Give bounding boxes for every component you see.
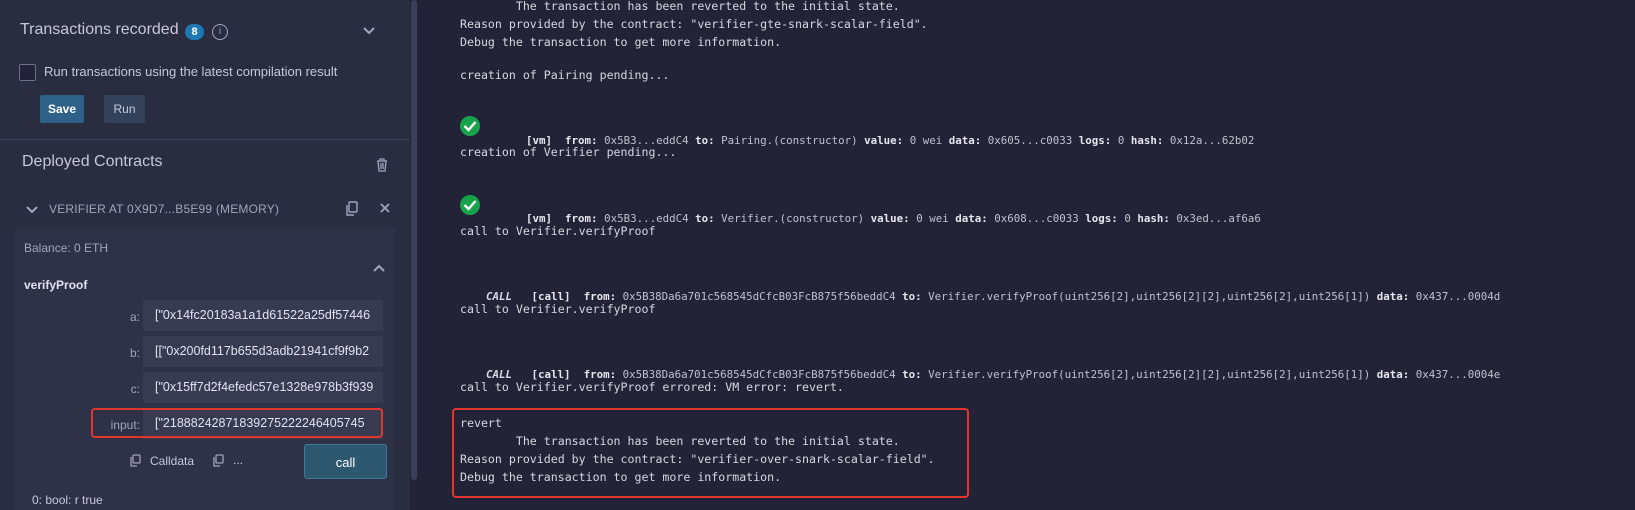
tx-data: 0x605...c0033 xyxy=(987,134,1073,147)
call-field-label: to: xyxy=(902,290,922,303)
chevron-up-icon[interactable] xyxy=(373,261,385,275)
tx-field-label: data: xyxy=(955,212,988,225)
contract-balance: Balance: 0 ETH xyxy=(24,241,109,255)
left-panel: Transactions recorded 8 i Run transactio… xyxy=(0,0,410,510)
tx-field-label: logs: xyxy=(1078,134,1112,147)
tx-field-label: data: xyxy=(948,134,982,147)
tx-to: Verifier.(constructor) xyxy=(721,212,865,225)
call-from: 0x5B38Da6a701c568545dCfcB03FcB875f56bedd… xyxy=(622,290,896,303)
param-input-a[interactable]: ["0x14fc20183a1a1d61522a25df57446 xyxy=(143,300,383,331)
tx-field-label: logs: xyxy=(1085,212,1118,225)
tx-field-label: to: xyxy=(695,212,715,225)
revert-highlight-box xyxy=(452,408,969,498)
copy-parameters-icon[interactable] xyxy=(212,454,225,468)
call-result: 0: bool: r true xyxy=(32,493,103,507)
terminal-line: creation of Pairing pending... xyxy=(460,68,670,82)
tx-logs: 0 xyxy=(1117,134,1125,147)
terminal-line: call to Verifier.verifyProof xyxy=(460,302,656,316)
tx-logs: 0 xyxy=(1124,212,1131,225)
call-field-label: to: xyxy=(902,368,922,381)
call-button[interactable]: call xyxy=(304,444,387,479)
deployed-contract-card: VERIFIER AT 0X9D7...B5E99 (MEMORY) Balan… xyxy=(15,189,395,510)
chevron-down-icon[interactable] xyxy=(26,203,38,217)
info-icon[interactable]: i xyxy=(212,24,228,40)
save-button[interactable]: Save xyxy=(40,95,84,123)
transactions-recorded-title[interactable]: Transactions recorded xyxy=(20,21,179,39)
transactions-count-badge: 8 xyxy=(185,24,204,40)
call-data: 0x437...0004e xyxy=(1415,368,1501,381)
left-panel-scrollbar[interactable] xyxy=(410,0,418,510)
run-button[interactable]: Run xyxy=(104,95,145,123)
parameters-label[interactable]: ... xyxy=(233,453,243,467)
tx-hash: 0x12a...62b02 xyxy=(1169,134,1255,147)
param-label-a: a: xyxy=(129,310,140,324)
tx-field-label: value: xyxy=(870,212,910,225)
call-data: 0x437...0004d xyxy=(1415,290,1501,303)
tx-field-label: hash: xyxy=(1137,212,1170,225)
terminal-line: The transaction has been reverted to the… xyxy=(460,0,900,13)
param-input-c[interactable]: ["0x15ff7d2f4efedc57e1328e978b3f939 xyxy=(143,372,383,403)
input-highlight-box xyxy=(91,408,383,438)
param-label-c: c: xyxy=(130,382,140,396)
scrollbar-thumb[interactable] xyxy=(411,0,417,480)
tx-hash: 0x3ed...af6a6 xyxy=(1176,212,1261,225)
tx-field-label: to: xyxy=(695,134,715,147)
param-label-b: b: xyxy=(129,346,140,360)
terminal-line: Debug the transaction to get more inform… xyxy=(460,35,782,49)
close-icon[interactable] xyxy=(380,197,390,218)
latest-compilation-label: Run transactions using the latest compil… xyxy=(44,64,338,79)
tx-field-label: hash: xyxy=(1130,134,1164,147)
terminal-line: call to Verifier.verifyProof xyxy=(460,224,656,238)
tx-field-label: value: xyxy=(864,134,904,147)
tx-value: 0 wei xyxy=(909,134,943,147)
contract-title: VERIFIER AT 0X9D7...B5E99 (MEMORY) xyxy=(49,202,280,216)
function-name: verifyProof xyxy=(24,278,88,292)
chevron-down-icon[interactable] xyxy=(363,24,375,38)
terminal-line: Reason provided by the contract: "verifi… xyxy=(460,17,928,31)
call-field-label: data: xyxy=(1376,290,1410,303)
success-check-icon xyxy=(460,116,480,136)
call-to: Verifier.verifyProof(uint256[2],uint256[… xyxy=(928,368,1371,381)
trash-icon[interactable] xyxy=(376,158,388,172)
copy-address-icon[interactable] xyxy=(345,201,358,216)
tx-to: Pairing.(constructor) xyxy=(721,134,858,147)
tx-value: 0 wei xyxy=(916,212,949,225)
call-field-label: data: xyxy=(1376,368,1410,381)
deployed-contracts-title: Deployed Contracts xyxy=(22,153,163,170)
terminal-line: creation of Verifier pending... xyxy=(460,145,677,159)
calldata-label[interactable]: Calldata xyxy=(150,454,194,468)
section-divider xyxy=(0,139,410,140)
param-input-b[interactable]: [["0x200fd117b655d3adb21941cf9f9b2 xyxy=(143,336,383,367)
tx-data: 0x608...c0033 xyxy=(994,212,1079,225)
copy-calldata-icon[interactable] xyxy=(129,454,142,468)
success-check-icon xyxy=(460,195,480,215)
call-to: Verifier.verifyProof(uint256[2],uint256[… xyxy=(928,290,1371,303)
terminal-line: call to Verifier.verifyProof errored: VM… xyxy=(460,380,844,394)
contract-header[interactable]: VERIFIER AT 0X9D7...B5E99 (MEMORY) xyxy=(15,189,395,227)
latest-compilation-checkbox[interactable] xyxy=(19,64,36,81)
